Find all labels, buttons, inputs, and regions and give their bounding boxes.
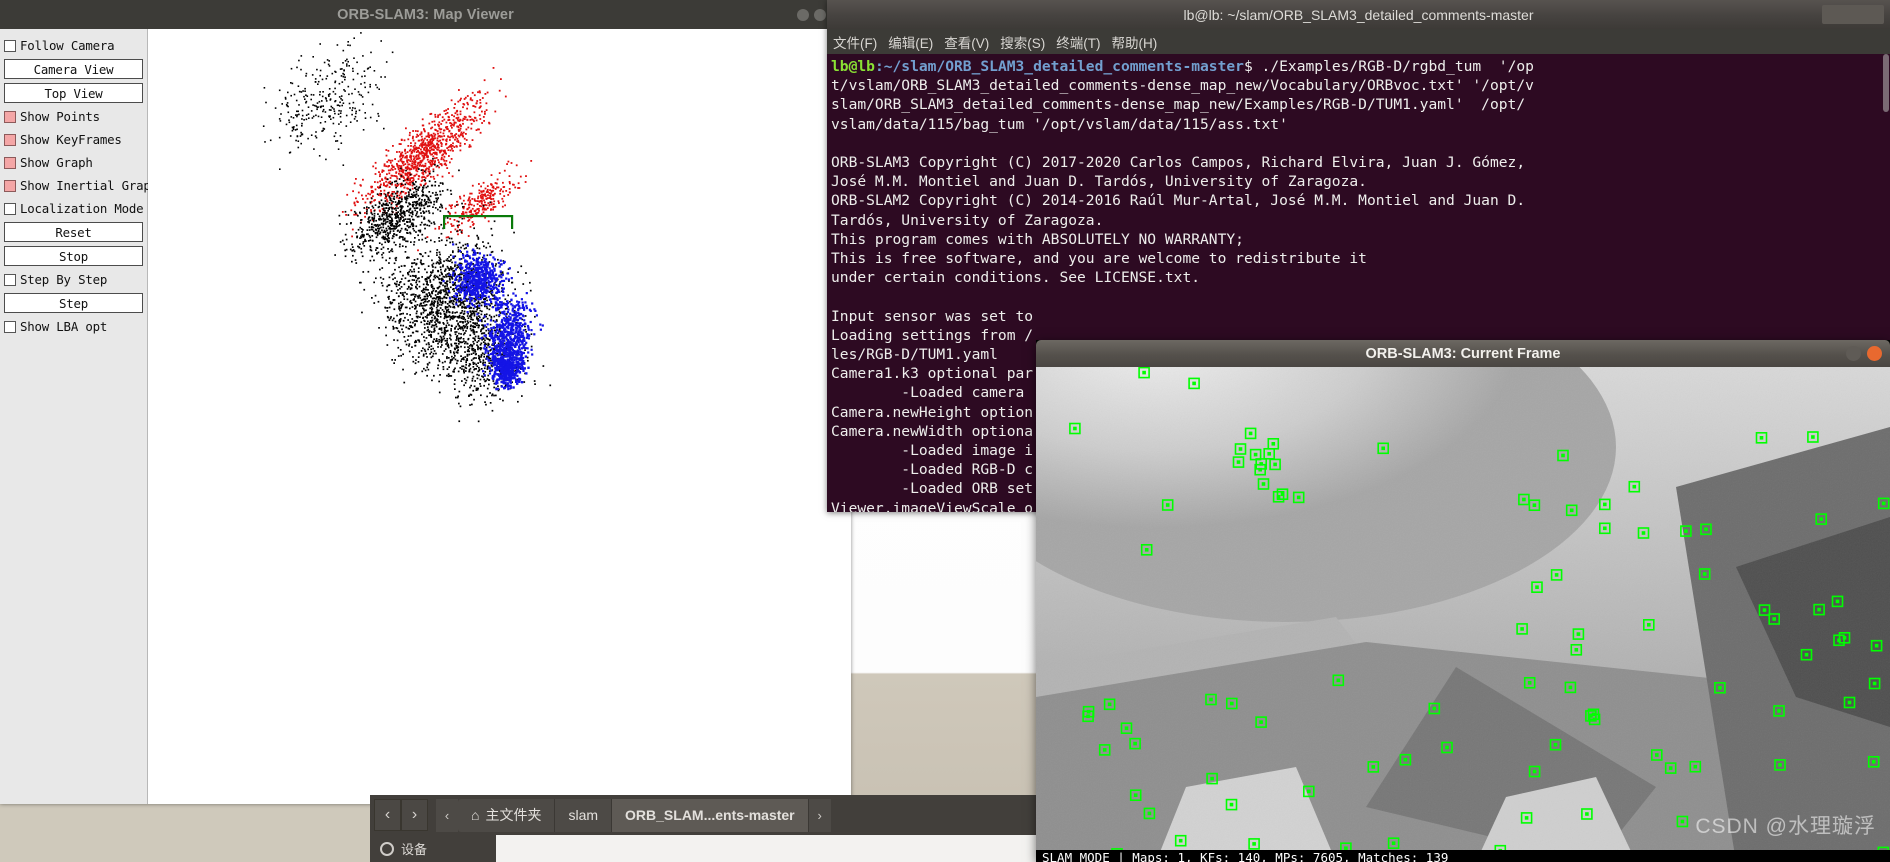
checkbox-icon[interactable] (4, 39, 16, 52)
current-frame-titlebar[interactable]: ORB-SLAM3: Current Frame (1036, 340, 1890, 367)
file-manager-pathbar[interactable]: ‹ › ‹ ⌂ 主文件夹 slam ORB_SLAM...ents-master… (370, 795, 1036, 835)
panel-checkbox-label: Follow Camera (20, 38, 115, 53)
breadcrumb-home-label: 主文件夹 (485, 807, 542, 823)
back-button[interactable]: ‹ (374, 799, 401, 831)
map-3d-canvas[interactable] (148, 29, 851, 804)
terminal-line: José M.M. Montiel and Juan D. Tardós, Un… (831, 173, 1367, 191)
file-manager-filelist[interactable] (496, 835, 1036, 862)
panel-checkbox-follow-camera[interactable]: Follow Camera (4, 36, 143, 55)
breadcrumb-slam-label: slam (568, 807, 599, 823)
terminal-command: ./Examples/RGB-D/rgbd_tum '/op (1252, 58, 1534, 75)
terminal-prompt-path: :~/slam/ORB_SLAM3_detailed_comments-mast… (874, 58, 1244, 75)
panel-button-reset[interactable]: Reset (4, 222, 143, 242)
pangolin-control-panel[interactable]: Follow Camera Camera View Top View Show Poi… (0, 29, 158, 804)
scrollbar-thumb[interactable] (1883, 54, 1889, 112)
terminal-menu-item-2[interactable]: 查看(V) (944, 32, 989, 52)
terminal-line: vslam/data/115/bag_tum '/opt/vslam/data/… (831, 115, 1288, 133)
map-viewer-body: Follow Camera Camera View Top View Show Poi… (0, 29, 851, 804)
checkbox-icon[interactable] (4, 110, 16, 123)
forward-button[interactable]: › (401, 799, 428, 831)
panel-checkbox-show-points[interactable]: Show Points (4, 107, 143, 126)
panel-checkbox-label: Show Inertial Graph (20, 178, 158, 193)
desktop-root: ORB-SLAM3: Map Viewer Follow Camera Camer… (0, 0, 1890, 862)
panel-checkbox-label: Show LBA opt (20, 319, 108, 334)
panel-checkbox-show-keyframes[interactable]: Show KeyFrames (4, 130, 143, 149)
terminal-line: ORB-SLAM2 Copyright (C) 2014-2016 Raúl M… (831, 192, 1526, 210)
terminal-line: under certain conditions. See LICENSE.tx… (831, 269, 1201, 287)
panel-checkbox-show-inertial-graph[interactable]: Show Inertial Graph (4, 176, 158, 195)
terminal-line: This program comes with ABSOLUTELY NO WA… (831, 230, 1244, 248)
panel-button-step[interactable]: Step (4, 293, 143, 313)
panel-checkbox-label: Show Points (20, 109, 100, 124)
map-viewer-titlebar[interactable]: ORB-SLAM3: Map Viewer (0, 0, 851, 29)
minimize-icon[interactable] (797, 8, 809, 21)
terminal-title: lb@lb: ~/slam/ORB_SLAM3_detailed_comment… (1183, 6, 1534, 23)
checkbox-icon[interactable] (4, 179, 16, 192)
slam-status-line: SLAM MODE | Maps: 1, KFs: 140, MPs: 7605… (1036, 850, 1890, 862)
checkbox-icon[interactable] (4, 202, 16, 215)
panel-button-stop[interactable]: Stop (4, 246, 143, 266)
checkbox-icon[interactable] (4, 133, 16, 146)
panel-checkbox-label: Step By Step (20, 272, 108, 287)
panel-checkbox-localization-mode[interactable]: Localization Mode (4, 199, 144, 218)
terminal-line: ORB-SLAM3 Copyright (C) 2017-2020 Carlos… (831, 154, 1526, 172)
current-frame-window-controls[interactable] (1846, 340, 1882, 367)
terminal-menu-item-3[interactable]: 搜索(S) (1000, 32, 1045, 52)
breadcrumb-next-icon[interactable]: › (808, 798, 831, 832)
panel-spacer (4, 340, 143, 804)
file-manager-window[interactable]: ‹ › ‹ ⌂ 主文件夹 slam ORB_SLAM...ents-master… (370, 795, 1036, 862)
checkbox-icon[interactable] (4, 320, 16, 333)
map-point-cloud (262, 32, 552, 423)
panel-checkbox-show-graph[interactable]: Show Graph (4, 153, 143, 172)
panel-checkbox-step-by-step[interactable]: Step By Step (4, 270, 143, 289)
disk-icon (380, 841, 394, 856)
panel-checkbox-show-lba-opt[interactable]: Show LBA opt (4, 317, 143, 336)
terminal-menu-item-1[interactable]: 编辑(E) (888, 32, 933, 52)
terminal-prompt-line: lb@lb:~/slam/ORB_SLAM3_detailed_comments… (831, 57, 1886, 76)
file-manager-sidebar[interactable]: 设备 (370, 835, 496, 862)
breadcrumb-home[interactable]: ⌂ 主文件夹 (458, 798, 556, 832)
terminal-titlebar[interactable]: lb@lb: ~/slam/ORB_SLAM3_detailed_comment… (827, 0, 1890, 29)
file-manager-content: 设备 (370, 835, 1036, 862)
terminal-line: slam/ORB_SLAM3_detailed_comments-dense_m… (831, 96, 1526, 114)
maximize-icon[interactable] (814, 8, 826, 21)
panel-button-top-view[interactable]: Top View (4, 83, 143, 103)
minimize-icon[interactable] (1846, 346, 1861, 361)
panel-checkbox-label: Show Graph (20, 155, 93, 170)
panel-button-camera-view[interactable]: Camera View (4, 59, 143, 79)
terminal-line: Input sensor was set to (831, 307, 1034, 325)
checkbox-icon[interactable] (4, 273, 16, 286)
terminal-line: This is free software, and you are welco… (831, 250, 1367, 268)
home-icon: ⌂ (471, 807, 480, 823)
terminal-menubar[interactable]: 文件(F) 编辑(E) 查看(V) 搜索(S) 终端(T) 帮助(H) (827, 29, 1890, 54)
terminal-menu-item-5[interactable]: 帮助(H) (1112, 32, 1158, 52)
camera-image (1036, 367, 1890, 862)
map-viewer-title: ORB-SLAM3: Map Viewer (337, 6, 514, 23)
current-frame-window[interactable]: ORB-SLAM3: Current Frame CSDN @水理璇浮 SLAM… (1036, 340, 1890, 862)
terminal-prompt-user: lb@lb (831, 58, 875, 75)
terminal-menu-item-4[interactable]: 终端(T) (1056, 32, 1100, 52)
close-icon[interactable] (1867, 346, 1882, 361)
terminal-prompt-symbol: $ (1243, 58, 1253, 75)
breadcrumb-current-label: ORB_SLAM...ents-master (625, 807, 795, 823)
map-viewer-window[interactable]: ORB-SLAM3: Map Viewer Follow Camera Camer… (0, 0, 851, 804)
breadcrumb-slam[interactable]: slam (555, 798, 613, 832)
terminal-menu-item-0[interactable]: 文件(F) (833, 32, 877, 52)
breadcrumb-current[interactable]: ORB_SLAM...ents-master (612, 798, 809, 832)
panel-checkbox-label: Show KeyFrames (20, 132, 122, 147)
camera-frame-view[interactable]: CSDN @水理璇浮 SLAM MODE | Maps: 1, KFs: 140… (1036, 367, 1890, 862)
terminal-window-controls[interactable] (1822, 5, 1884, 24)
terminal-line: t/vslam/ORB_SLAM3_detailed_comments-dens… (831, 77, 1534, 95)
sidebar-item-devices: 设备 (401, 842, 428, 857)
checkbox-icon[interactable] (4, 156, 16, 169)
current-frame-title: ORB-SLAM3: Current Frame (1365, 345, 1561, 362)
breadcrumb-overflow-icon[interactable]: ‹ (436, 798, 458, 832)
panel-checkbox-label: Localization Mode (20, 201, 144, 216)
terminal-line: Tardós, University of Zaragoza. (831, 211, 1104, 229)
